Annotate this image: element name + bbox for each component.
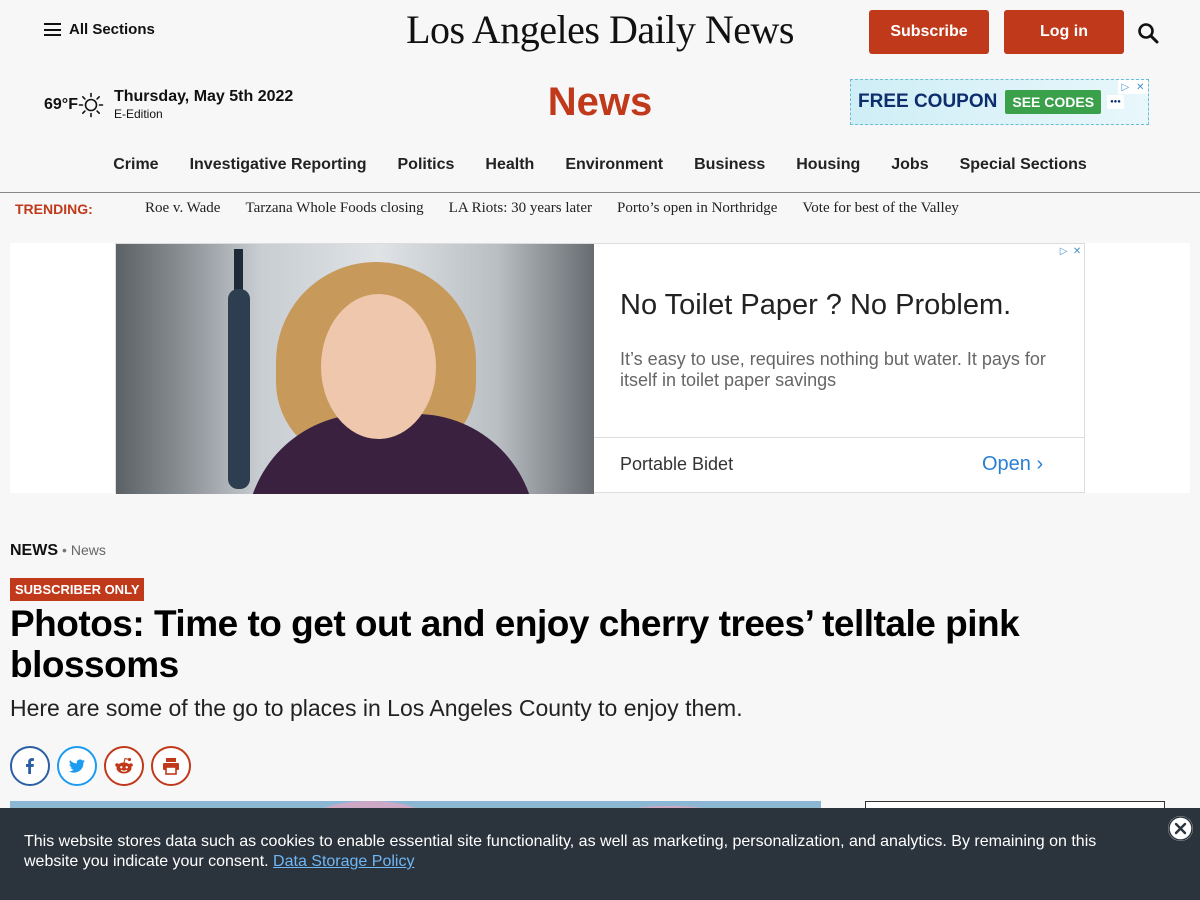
twitter-icon	[69, 759, 85, 773]
subscriber-only-badge: SUBSCRIBER ONLY	[10, 578, 145, 601]
ad-body: It’s easy to use, requires nothing but w…	[620, 349, 1046, 390]
share-facebook-button[interactable]	[10, 746, 50, 786]
print-button[interactable]	[151, 746, 191, 786]
facebook-icon	[26, 758, 34, 774]
nav-item-jobs[interactable]: Jobs	[891, 156, 928, 174]
weather-widget: 69°F Thursday, May 5th 2022 E-Edition	[44, 88, 293, 121]
ad-open-label: Open	[982, 453, 1031, 475]
breadcrumb-separator: •	[62, 542, 67, 558]
ad-open-button[interactable]: Open ›	[982, 453, 1043, 476]
nav-item-special-sections[interactable]: Special Sections	[960, 156, 1087, 174]
trending-label: TRENDING:	[15, 201, 93, 217]
ad-choices-icon[interactable]: ▷ ✕	[1118, 80, 1148, 94]
cookie-text: This website stores data such as cookies…	[24, 833, 1097, 870]
chevron-right-icon: ›	[1036, 453, 1044, 475]
ad-image	[116, 244, 594, 494]
e-edition-link[interactable]: E-Edition	[114, 107, 293, 121]
coupon-ad-logo: ●●●	[1107, 95, 1124, 109]
ad-headline: No Toilet Paper ? No Problem.	[620, 289, 1012, 321]
coupon-ad-cta[interactable]: SEE CODES	[1005, 90, 1102, 114]
article-headline: Photos: Time to get out and enjoy cherry…	[10, 603, 1020, 685]
login-button[interactable]: Log in	[1004, 10, 1124, 54]
subscribe-button[interactable]: Subscribe	[869, 10, 989, 54]
cookie-banner: This website stores data such as cookies…	[0, 808, 1200, 900]
nav-item-environment[interactable]: Environment	[565, 156, 663, 174]
trending-bar: TRENDING: Roe v. Wade Tarzana Whole Food…	[15, 200, 1200, 220]
nav-divider	[0, 192, 1200, 193]
nav-item-crime[interactable]: Crime	[113, 156, 158, 174]
trending-link[interactable]: LA Riots: 30 years later	[449, 200, 592, 217]
nav-item-politics[interactable]: Politics	[398, 156, 455, 174]
share-twitter-button[interactable]	[57, 746, 97, 786]
sun-icon	[78, 92, 104, 117]
trending-link[interactable]: Tarzana Whole Foods closing	[245, 200, 423, 217]
nav-item-investigative-reporting[interactable]: Investigative Reporting	[190, 156, 367, 174]
print-icon	[163, 758, 179, 775]
breadcrumb: NEWS • News	[10, 542, 106, 560]
data-storage-policy-link[interactable]: Data Storage Policy	[273, 853, 414, 870]
display-ad[interactable]: No Toilet Paper ? No Problem. It’s easy …	[115, 243, 1085, 494]
ad-brand: Portable Bidet	[620, 454, 734, 474]
ad-divider	[594, 437, 1084, 438]
temperature: 69°F	[44, 95, 78, 113]
current-date: Thursday, May 5th 2022	[113, 88, 294, 105]
nav-item-housing[interactable]: Housing	[796, 156, 860, 174]
share-bar	[10, 746, 191, 786]
site-header: All Sections Los Angeles Daily News Subs…	[0, 0, 1200, 64]
share-reddit-button[interactable]	[104, 746, 144, 786]
search-icon[interactable]	[1137, 22, 1159, 44]
breadcrumb-subsection[interactable]: News	[71, 542, 106, 558]
nav-item-business[interactable]: Business	[694, 156, 765, 174]
trending-list: Roe v. Wade Tarzana Whole Foods closing …	[145, 200, 959, 217]
close-icon[interactable]	[1168, 816, 1193, 841]
ad-slot: No Toilet Paper ? No Problem. It’s easy …	[10, 243, 1190, 494]
reddit-icon	[115, 757, 133, 774]
nav-item-health[interactable]: Health	[485, 156, 534, 174]
coupon-ad-text: FREE COUPON	[858, 91, 998, 112]
trending-link[interactable]: Vote for best of the Valley	[802, 200, 959, 217]
trending-link[interactable]: Roe v. Wade	[145, 200, 220, 217]
article-subhead: Here are some of the go to places in Los…	[10, 695, 743, 721]
ad-choices-icon[interactable]: ▷ ✕	[1057, 244, 1084, 258]
coupon-ad[interactable]: FREE COUPON SEE CODES ●●● ▷ ✕	[850, 79, 1149, 125]
breadcrumb-section[interactable]: NEWS	[10, 542, 58, 560]
trending-link[interactable]: Porto’s open in Northridge	[617, 200, 777, 217]
main-nav: Crime Investigative Reporting Politics H…	[0, 156, 1200, 174]
date-block: Thursday, May 5th 2022 E-Edition	[114, 88, 293, 121]
